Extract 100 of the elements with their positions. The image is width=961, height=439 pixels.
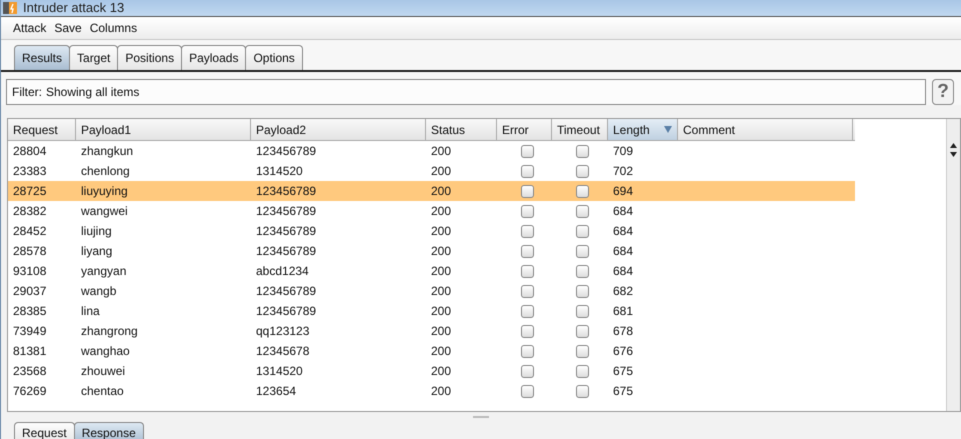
column-header[interactable]: Payload1: [76, 119, 251, 140]
tab[interactable]: Options: [245, 45, 303, 70]
checkbox[interactable]: [520, 244, 534, 258]
table-cell: 123456789: [256, 244, 316, 258]
table-cell: 123654: [256, 384, 296, 398]
table-row[interactable]: 28804 zhangkun 123456789 200 709: [8, 141, 855, 161]
table-cell: 200: [431, 144, 452, 158]
filter-bar[interactable]: Filter: Showing all items: [6, 79, 926, 105]
checkbox[interactable]: [576, 204, 589, 218]
table-row[interactable]: 28725 liuyuying 123456789 200 694: [8, 181, 855, 201]
table-cell: qq123123: [256, 324, 310, 338]
table-row[interactable]: 29037 wangb 123456789 200 682: [8, 281, 855, 301]
table-cell: 200: [431, 324, 452, 338]
checkbox[interactable]: [520, 204, 534, 218]
checkbox[interactable]: [576, 164, 589, 178]
table-row[interactable]: 28382 wangwei 123456789 200 684: [8, 201, 855, 221]
checkbox[interactable]: [520, 264, 534, 278]
scroll-down-icon: [950, 152, 957, 157]
table-row[interactable]: 28385 lina 123456789 200 681: [8, 301, 855, 321]
checkbox[interactable]: [576, 224, 589, 238]
filter-value: Showing all items: [46, 85, 140, 99]
table-cell: 23383: [13, 164, 46, 178]
table-cell: 123456789: [256, 144, 316, 158]
checkbox[interactable]: [520, 144, 534, 158]
table-cell: 123456789: [256, 284, 316, 298]
table-cell: 1314520: [256, 364, 303, 378]
table-cell: 123456789: [256, 184, 316, 198]
table-row[interactable]: 28452 liujing 123456789 200 684: [8, 221, 855, 241]
tab[interactable]: Payloads: [181, 45, 246, 70]
table-cell: 684: [613, 264, 634, 278]
checkbox[interactable]: [576, 364, 589, 378]
checkbox[interactable]: [520, 364, 534, 378]
column-header[interactable]: Comment: [678, 119, 853, 140]
scrollbar[interactable]: [946, 119, 960, 411]
table-cell: 681: [613, 304, 634, 318]
checkbox[interactable]: [576, 284, 589, 298]
tab[interactable]: Positions: [117, 45, 182, 70]
table-row[interactable]: 23568 zhouwei 1314520 200 675: [8, 361, 855, 381]
checkbox[interactable]: [576, 144, 589, 158]
table-cell: 702: [613, 164, 634, 178]
table-cell: 81381: [13, 344, 46, 358]
column-header[interactable]: Request: [8, 119, 76, 140]
checkbox[interactable]: [520, 224, 534, 238]
column-header[interactable]: Length: [608, 119, 678, 140]
checkbox[interactable]: [576, 384, 589, 398]
table-cell: 28452: [13, 224, 46, 238]
table-row[interactable]: 28578 liyang 123456789 200 684: [8, 241, 855, 261]
checkbox[interactable]: [520, 324, 534, 338]
checkbox[interactable]: [576, 304, 589, 318]
checkbox[interactable]: [520, 344, 534, 358]
table-cell: 29037: [13, 284, 46, 298]
checkbox[interactable]: [576, 264, 589, 278]
help-button[interactable]: ?: [932, 79, 954, 105]
checkbox[interactable]: [520, 284, 534, 298]
table-cell: 200: [431, 184, 452, 198]
table-cell: wanghao: [81, 344, 130, 358]
sort-descending-icon: [664, 126, 672, 133]
table-cell: 200: [431, 284, 452, 298]
tab[interactable]: Results: [14, 45, 70, 70]
filter-label: Filter:: [12, 85, 42, 99]
table-cell: 200: [431, 364, 452, 378]
column-header[interactable]: Status: [426, 119, 497, 140]
table-cell: 123456789: [256, 304, 316, 318]
table-cell: 684: [613, 224, 634, 238]
checkbox[interactable]: [576, 344, 589, 358]
checkbox[interactable]: [576, 244, 589, 258]
table-cell: 28578: [13, 244, 46, 258]
table-row[interactable]: 76269 chentao 123654 200 675: [8, 381, 855, 401]
checkbox[interactable]: [520, 384, 534, 398]
table-row[interactable]: 81381 wanghao 12345678 200 676: [8, 341, 855, 361]
table-cell: 684: [613, 244, 634, 258]
app-icon: [3, 2, 17, 14]
table-cell: 200: [431, 244, 452, 258]
table-cell: chentao: [81, 384, 124, 398]
table-cell: wangwei: [81, 204, 128, 218]
column-header[interactable]: Error: [497, 119, 552, 140]
table-row[interactable]: 73949 zhangrong qq123123 200 678: [8, 321, 855, 341]
column-header[interactable]: Payload2: [251, 119, 426, 140]
menu-item[interactable]: Columns: [90, 21, 138, 35]
split-handle[interactable]: [473, 416, 489, 418]
tab[interactable]: Target: [69, 45, 118, 70]
table-cell: 200: [431, 264, 452, 278]
table-cell: abcd1234: [256, 264, 309, 278]
checkbox[interactable]: [576, 324, 589, 338]
checkbox[interactable]: [520, 164, 534, 178]
table-row[interactable]: 93108 yangyan abcd1234 200 684: [8, 261, 855, 281]
table-cell: liuyuying: [81, 184, 128, 198]
table-cell: liujing: [81, 224, 112, 238]
checkbox[interactable]: [520, 184, 534, 198]
table-cell: 23568: [13, 364, 46, 378]
menu-item[interactable]: Save: [54, 21, 82, 35]
checkbox[interactable]: [576, 184, 589, 198]
table-cell: 28382: [13, 204, 46, 218]
table-cell: 28725: [13, 184, 46, 198]
checkbox[interactable]: [520, 304, 534, 318]
menu-item[interactable]: Attack: [13, 21, 46, 35]
table-row[interactable]: 23383 chenlong 1314520 200 702: [8, 161, 855, 181]
table-cell: 1314520: [256, 164, 303, 178]
table-cell: 200: [431, 384, 452, 398]
table-cell: 709: [613, 144, 634, 158]
